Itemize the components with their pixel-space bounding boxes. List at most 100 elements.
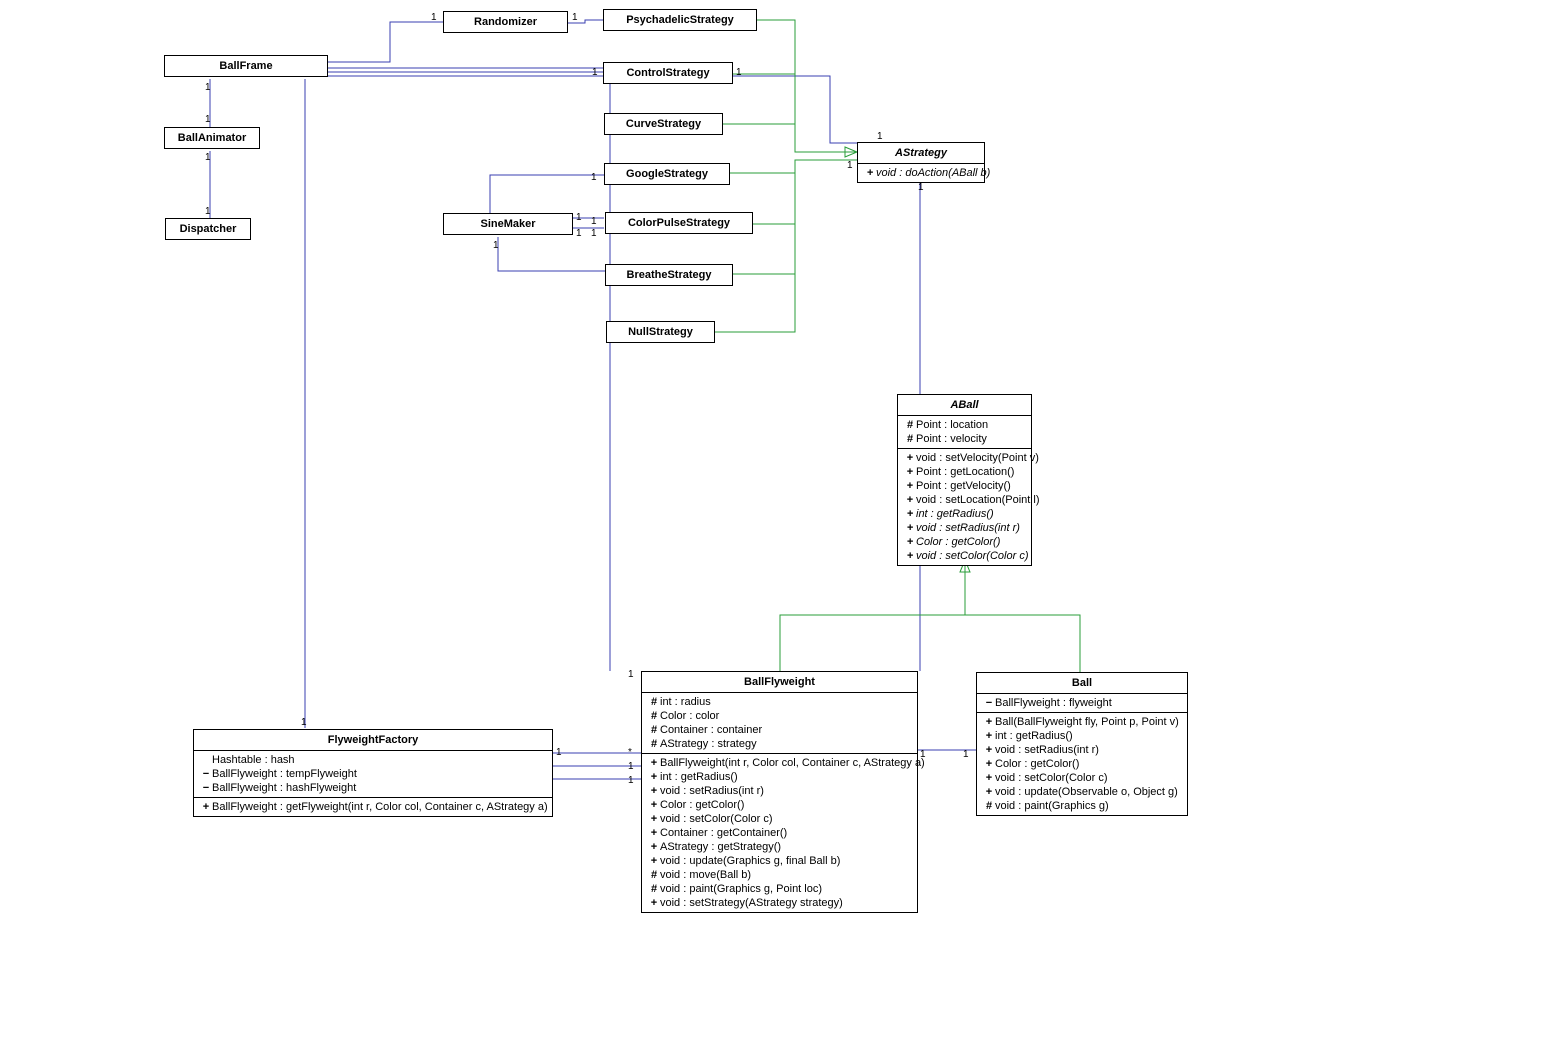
method: +Point : getLocation() [898,465,1031,479]
multiplicity-label: 1 [918,182,924,193]
method-text: Color : getColor() [995,758,1079,770]
visibility: + [983,716,995,728]
method: #void : move(Ball b) [642,868,917,882]
visibility: + [648,855,660,867]
visibility: + [904,522,916,534]
method: +int : getRadius() [977,729,1187,743]
visibility: − [200,768,212,780]
class-name: ABall [898,395,1031,416]
multiplicity-label: 1 [431,12,437,23]
visibility: + [904,466,916,478]
visibility: # [648,883,660,895]
attributes-section: #Point : location#Point : velocity [898,416,1031,449]
method: +void : setLocation(Point l) [898,493,1031,507]
multiplicity-label: 1 [493,240,499,251]
method-text: void : update(Graphics g, final Ball b) [660,855,840,867]
multiplicity-label: 1 [628,669,634,680]
class-Ball: Ball−BallFlyweight : flyweight+Ball(Ball… [976,672,1188,816]
visibility: + [648,757,660,769]
visibility: # [983,800,995,812]
attribute-text: Point : velocity [916,433,987,445]
visibility: + [648,897,660,909]
class-ControlStrategy: ControlStrategy [603,62,733,84]
method: +AStrategy : getStrategy() [642,840,917,854]
class-PsychadelicStrategy: PsychadelicStrategy [603,9,757,31]
method-text: void : setLocation(Point l) [916,494,1040,506]
multiplicity-label: 1 [736,67,742,78]
method: +int : getRadius() [898,507,1031,521]
method: +Color : getColor() [642,798,917,812]
class-name: BallFlyweight [642,672,917,693]
class-name: ColorPulseStrategy [606,213,752,233]
methods-section: +BallFlyweight(int r, Color col, Contain… [642,754,917,912]
visibility: − [200,782,212,794]
multiplicity-label: 1 [847,160,853,171]
attribute: #AStrategy : strategy [642,737,917,751]
method: +void : setColor(Color c) [642,812,917,826]
visibility: + [983,758,995,770]
attribute: #Point : location [898,418,1031,432]
method-text: Container : getContainer() [660,827,787,839]
visibility: + [983,772,995,784]
multiplicity-label: 1 [877,131,883,142]
attribute-text: Container : container [660,724,762,736]
attribute: #Color : color [642,709,917,723]
method-text: void : update(Observable o, Object g) [995,786,1178,798]
class-name: Ball [977,673,1187,694]
class-name: NullStrategy [607,322,714,342]
multiplicity-label: 1 [556,747,562,758]
method: +void : setRadius(int r) [642,784,917,798]
class-name: ControlStrategy [604,63,732,83]
visibility: # [648,738,660,750]
method-text: void : setRadius(int r) [660,785,764,797]
class-BreatheStrategy: BreatheStrategy [605,264,733,286]
class-name: PsychadelicStrategy [604,10,756,30]
visibility: # [648,710,660,722]
class-name: GoogleStrategy [605,164,729,184]
method-text: int : getRadius() [916,508,994,520]
multiplicity-label: 1 [628,775,634,786]
attributes-section: Hashtable : hash−BallFlyweight : tempFly… [194,751,552,798]
class-name: Dispatcher [166,219,250,239]
class-name: BallAnimator [165,128,259,148]
multiplicity-label: * [628,747,632,758]
multiplicity-label: 1 [628,761,634,772]
multiplicity-label: 1 [205,82,211,93]
visibility: + [648,799,660,811]
method: +void : doAction(ABall b) [858,166,984,180]
attribute-text: Hashtable : hash [212,754,295,766]
method: +void : update(Graphics g, final Ball b) [642,854,917,868]
method-text: Color : getColor() [660,799,744,811]
multiplicity-label: 1 [205,114,211,125]
class-Dispatcher: Dispatcher [165,218,251,240]
method-text: void : setVelocity(Point v) [916,452,1039,464]
visibility: + [904,536,916,548]
method: +BallFlyweight : getFlyweight(int r, Col… [194,800,552,814]
visibility: + [983,744,995,756]
method: +void : update(Observable o, Object g) [977,785,1187,799]
method: +void : setRadius(int r) [898,521,1031,535]
method-text: void : paint(Graphics g, Point loc) [660,883,822,895]
attribute: −BallFlyweight : tempFlyweight [194,767,552,781]
visibility: + [904,508,916,520]
visibility: + [904,480,916,492]
method-text: Point : getVelocity() [916,480,1011,492]
class-BallFlyweight: BallFlyweight#int : radius#Color : color… [641,671,918,913]
class-BallAnimator: BallAnimator [164,127,260,149]
method: +Color : getColor() [898,535,1031,549]
multiplicity-label: 1 [576,228,582,239]
method-text: void : paint(Graphics g) [995,800,1109,812]
visibility: + [904,452,916,464]
methods-section: +void : setVelocity(Point v)+Point : get… [898,449,1031,565]
visibility: + [864,167,876,179]
multiplicity-label: 1 [301,717,307,728]
class-SineMaker: SineMaker [443,213,573,235]
class-name: BreatheStrategy [606,265,732,285]
multiplicity-label: 1 [591,228,597,239]
multiplicity-label: 1 [205,206,211,217]
class-name: Randomizer [444,12,567,32]
method: +void : setColor(Color c) [977,771,1187,785]
visibility: + [648,785,660,797]
method-text: void : setRadius(int r) [916,522,1020,534]
method: +void : setColor(Color c) [898,549,1031,563]
